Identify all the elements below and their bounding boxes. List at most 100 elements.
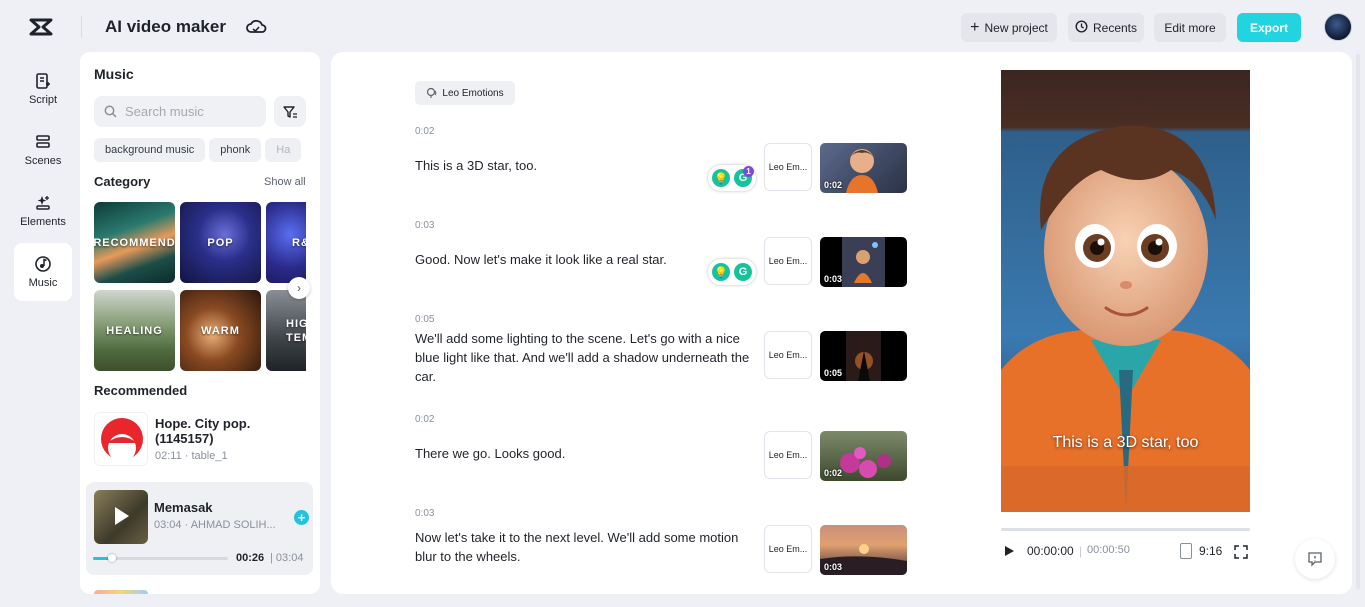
nav-label: Elements xyxy=(20,216,66,228)
scene-clip[interactable]: 0:02 xyxy=(820,431,907,481)
list-item[interactable]: Hope. City pop. (1145157) 02:11 · table_… xyxy=(94,412,306,468)
category-label: HEALING xyxy=(106,324,163,337)
scene-voice[interactable]: Leo Em... xyxy=(764,143,812,191)
clip-duration: 0:03 xyxy=(824,274,843,284)
music-panel-title: Music xyxy=(94,66,134,82)
voice-selector[interactable]: Leo Emotions xyxy=(415,81,515,105)
scene-clip[interactable]: 0:03 xyxy=(820,525,907,575)
scene-voice[interactable]: Leo Em... xyxy=(764,237,812,285)
track-thumbnail xyxy=(94,490,148,544)
plus-icon: + xyxy=(970,18,980,36)
scene-voice[interactable]: Leo Em... xyxy=(764,525,812,573)
scene-time: 0:03 xyxy=(415,220,435,231)
new-project-button[interactable]: + New project xyxy=(961,13,1057,42)
chevron-right-icon: › xyxy=(297,281,301,295)
nav-item-script[interactable]: Script xyxy=(14,60,72,118)
add-track-button[interactable]: + xyxy=(294,510,309,525)
page-title: AI video maker xyxy=(105,17,226,36)
clip-duration: 0:05 xyxy=(824,368,843,378)
seek-handle[interactable] xyxy=(107,554,116,562)
nav-item-music[interactable]: Music xyxy=(14,243,72,301)
filter-button[interactable] xyxy=(274,96,306,127)
track-seek-bar[interactable] xyxy=(93,554,228,562)
track-title: Hope. City pop. (1145157) xyxy=(155,416,251,446)
scene-time: 0:02 xyxy=(415,414,435,425)
category-rnb[interactable]: R& xyxy=(266,202,306,283)
aspect-ratio-icon[interactable] xyxy=(1180,543,1192,559)
chip[interactable]: background music xyxy=(94,138,206,162)
category-recommend[interactable]: RECOMMEND xyxy=(94,202,175,283)
search-input[interactable] xyxy=(125,104,255,119)
preview-current-time: 00:00:00 xyxy=(1027,544,1074,558)
scenes-icon xyxy=(36,135,50,148)
video-preview[interactable]: This is a 3D star, too xyxy=(1001,70,1250,512)
clip-duration: 0:02 xyxy=(824,180,843,190)
grammarly-widget[interactable]: 💡 G xyxy=(708,259,756,285)
lightbulb-icon: 💡 xyxy=(712,263,730,281)
category-grid: RECOMMEND POP R& HEALING WARM HIGH TEM xyxy=(94,202,306,372)
time-divider: | xyxy=(1079,544,1083,558)
grammarly-badge: 1 xyxy=(743,166,754,177)
nav-label: Music xyxy=(28,277,58,289)
scene-text[interactable]: There we go. Looks good. xyxy=(415,444,750,463)
nav-item-scenes[interactable]: Scenes xyxy=(14,121,72,179)
script-icon xyxy=(36,73,50,89)
cloud-save-icon[interactable] xyxy=(245,17,267,37)
nav-item-elements[interactable]: Elements xyxy=(14,182,72,240)
edit-more-button[interactable]: Edit more xyxy=(1154,13,1226,42)
scene-clip[interactable]: 0:02 xyxy=(820,143,907,193)
fullscreen-icon[interactable] xyxy=(1234,545,1248,562)
scene-text[interactable]: This is a 3D star, too. xyxy=(415,156,750,175)
category-label: R& xyxy=(292,236,306,249)
grammarly-widget[interactable]: 💡 G1 xyxy=(708,165,756,191)
tag-chips: background music phonk Ha xyxy=(94,138,320,162)
track-title: Memasak xyxy=(154,500,213,515)
scene-time: 0:02 xyxy=(415,126,435,137)
category-healing[interactable]: HEALING xyxy=(94,290,175,371)
preview-total-time: 00:00:50 xyxy=(1087,544,1130,556)
play-icon xyxy=(1005,546,1014,556)
scene-voice[interactable]: Leo Em... xyxy=(764,431,812,479)
now-playing-item[interactable]: Memasak 03:04 · AHMAD SOLIH... + 00:26 |… xyxy=(86,482,313,575)
music-icon xyxy=(35,256,51,272)
nav-label: Script xyxy=(28,94,58,106)
search-box[interactable] xyxy=(94,96,266,127)
export-button[interactable]: Export xyxy=(1237,13,1301,42)
category-next-button[interactable]: › xyxy=(288,277,310,299)
chip[interactable]: Ha xyxy=(265,138,302,162)
category-high-tempo[interactable]: HIGH TEM xyxy=(266,290,306,371)
elements-icon xyxy=(36,196,50,210)
scrollbar[interactable] xyxy=(1353,52,1363,592)
new-project-label: New project xyxy=(984,20,1048,35)
feedback-button[interactable] xyxy=(1295,539,1335,579)
voice-label: Leo Emotions xyxy=(442,87,504,99)
aspect-ratio-label[interactable]: 9:16 xyxy=(1199,544,1222,558)
category-warm[interactable]: WARM xyxy=(180,290,261,371)
scene-text[interactable]: Now let's take it to the next level. We'… xyxy=(415,528,750,566)
track-total-value: 03:04 xyxy=(275,552,304,564)
category-pop[interactable]: POP xyxy=(180,202,261,283)
scene-text[interactable]: Good. Now let's make it look like a real… xyxy=(415,250,750,269)
feedback-icon xyxy=(1308,552,1322,567)
scene-clip[interactable]: 0:03 xyxy=(820,237,907,287)
category-label: WARM xyxy=(201,324,240,337)
capcut-logo-icon[interactable] xyxy=(28,15,54,39)
avatar[interactable] xyxy=(1324,13,1352,41)
play-button[interactable] xyxy=(1003,545,1015,560)
scene-voice[interactable]: Leo Em... xyxy=(764,331,812,379)
lightbulb-icon: 💡 xyxy=(712,169,730,187)
track-meta: 02:11 · table_1 xyxy=(155,450,228,462)
category-label: RECOMMEND xyxy=(94,236,175,249)
play-icon[interactable] xyxy=(113,506,131,531)
track-current-time: 00:26 xyxy=(236,552,265,564)
preview-progress-bar[interactable] xyxy=(1001,528,1250,531)
category-label: POP xyxy=(207,236,234,249)
grammarly-icon: G xyxy=(734,263,752,281)
show-all-link[interactable]: Show all xyxy=(264,176,306,188)
scene-clip[interactable]: 0:05 xyxy=(820,331,907,381)
scene-text[interactable]: We'll add some lighting to the scene. Le… xyxy=(415,329,750,386)
recommended-heading: Recommended xyxy=(94,383,188,398)
chip[interactable]: phonk xyxy=(209,138,262,162)
grammarly-icon: G1 xyxy=(734,166,754,187)
recents-button[interactable]: Recents xyxy=(1068,13,1144,42)
